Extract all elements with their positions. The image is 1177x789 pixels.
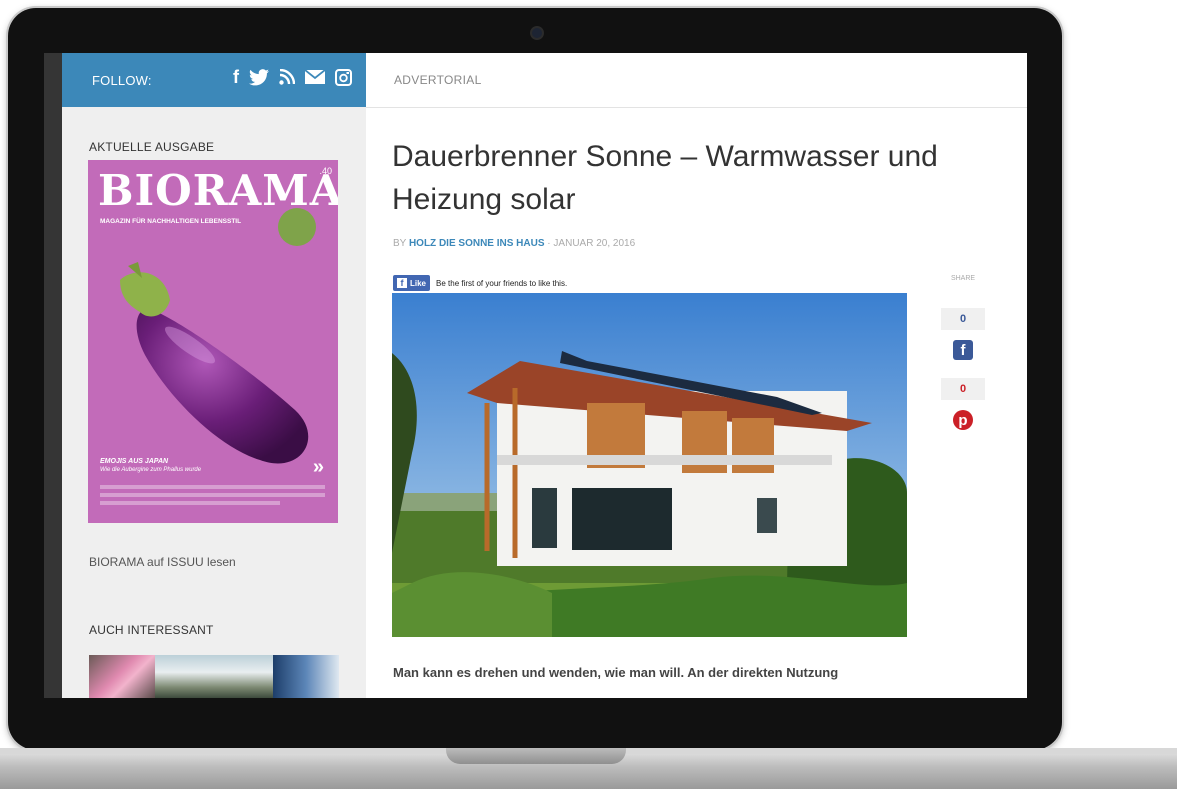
- share-label: SHARE: [950, 275, 976, 282]
- facebook-icon: f: [397, 278, 407, 288]
- like-label: Like: [410, 278, 427, 288]
- facebook-share-icon[interactable]: f: [953, 340, 973, 360]
- double-chevron-icon: »: [312, 456, 324, 478]
- article-title: Dauerbrenner Sonne – Warmwasser und Heiz…: [392, 140, 938, 216]
- rss-icon[interactable]: [279, 66, 295, 88]
- category-label[interactable]: ADVERTORIAL: [394, 73, 482, 87]
- cover-headline: EMOJIS AUS JAPAN: [100, 458, 169, 465]
- main-content: ADVERTORIAL Dauerbrenner Sonne – Warmwas…: [366, 53, 1027, 698]
- facebook-like-widget: f Like Be the first of your friends to l…: [393, 275, 567, 291]
- related-thumbnails: [89, 655, 339, 698]
- related-thumbnail[interactable]: [155, 655, 273, 698]
- category-bar: ADVERTORIAL: [366, 53, 1027, 108]
- pinterest-share-count: 0: [941, 378, 985, 400]
- cover-subtitle: MAGAZIN FÜR NACHHALTIGEN LEBENSSTIL: [100, 218, 242, 225]
- cover-subheadline: Wie die Aubergine zum Phallus wurde: [100, 467, 202, 473]
- eggplant-illustration: [120, 262, 309, 464]
- article-lead: Man kann es drehen und wenden, wie man w…: [393, 665, 839, 680]
- instagram-icon[interactable]: [335, 66, 352, 88]
- author-link[interactable]: HOLZ DIE SONNE INS HAUS: [409, 238, 545, 249]
- follow-label: FOLLOW:: [92, 73, 152, 88]
- twitter-icon[interactable]: [249, 66, 269, 88]
- hero-image[interactable]: [392, 293, 907, 637]
- facebook-like-text: Be the first of your friends to like thi…: [436, 278, 568, 288]
- mail-icon[interactable]: [305, 66, 325, 88]
- facebook-share-count: 0: [941, 308, 985, 330]
- camera: [530, 26, 544, 40]
- related-thumbnail[interactable]: [89, 655, 155, 698]
- cover-issue-number: .40: [319, 166, 332, 176]
- magazine-cover[interactable]: BIORAMA .40 MAGAZIN FÜR NACHHALTIGEN LEB…: [88, 160, 338, 523]
- social-icons: f: [233, 66, 352, 88]
- share-column: SHARE 0 f 0 p: [938, 275, 988, 430]
- follow-bar: FOLLOW: f: [62, 53, 366, 107]
- sidebar: FOLLOW: f AKTUELLE AUSGABE BIORAMA .40 M…: [44, 53, 366, 698]
- byline: BY HOLZ DIE SONNE INS HAUS · JANUAR 20, …: [393, 238, 635, 249]
- cover-text-lines: [100, 485, 325, 509]
- facebook-like-button[interactable]: f Like: [393, 275, 431, 291]
- byline-prefix: BY: [393, 238, 407, 249]
- current-issue-heading: AKTUELLE AUSGABE: [89, 140, 215, 154]
- laptop-notch: [446, 748, 626, 764]
- post-date: JANUAR 20, 2016: [553, 238, 636, 249]
- related-thumbnail[interactable]: [273, 655, 339, 698]
- pinterest-share-icon[interactable]: p: [953, 410, 973, 430]
- related-heading: AUCH INTERESSANT: [89, 623, 214, 637]
- facebook-icon[interactable]: f: [233, 66, 239, 88]
- browser-screen: FOLLOW: f AKTUELLE AUSGABE BIORAMA .40 M…: [44, 53, 1027, 698]
- cover-badge: [278, 208, 316, 246]
- sidebar-strip: [44, 53, 62, 698]
- issuu-link[interactable]: BIORAMA auf ISSUU lesen: [89, 555, 236, 569]
- cover-title: BIORAMA: [98, 166, 338, 215]
